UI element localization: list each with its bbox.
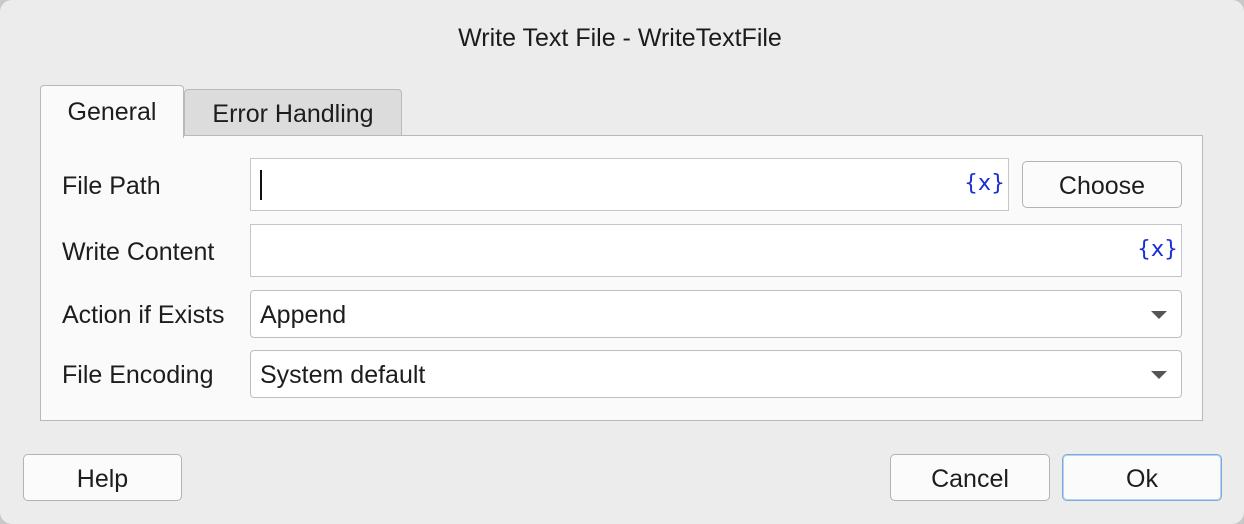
choose-button[interactable]: Choose [1022,161,1182,208]
tab-general[interactable]: General [40,85,184,138]
action-if-exists-select[interactable]: Append [250,290,1182,338]
ok-button[interactable]: Ok [1062,454,1222,501]
file-encoding-select[interactable]: System default [250,350,1182,398]
write-content-input[interactable]: {x} [250,224,1182,277]
help-button[interactable]: Help [23,454,182,501]
file-encoding-value: System default [260,361,426,389]
cancel-button[interactable]: Cancel [890,454,1050,501]
write-content-label: Write Content [62,238,215,266]
action-if-exists-label: Action if Exists [62,301,225,329]
chevron-down-icon [1151,371,1167,379]
action-if-exists-value: Append [260,301,347,329]
file-encoding-label: File Encoding [62,361,214,389]
dialog-title: Write Text File - WriteTextFile [458,24,782,52]
file-path-variable-icon[interactable]: {x} [964,171,1005,196]
write-content-variable-icon[interactable]: {x} [1137,237,1178,262]
file-path-input[interactable]: {x} [250,158,1009,211]
write-text-file-dialog: Write Text File - WriteTextFile General … [0,0,1244,524]
text-cursor [260,170,262,200]
tab-error-handling[interactable]: Error Handling [184,89,402,136]
file-path-label: File Path [62,172,161,200]
chevron-down-icon [1151,311,1167,319]
